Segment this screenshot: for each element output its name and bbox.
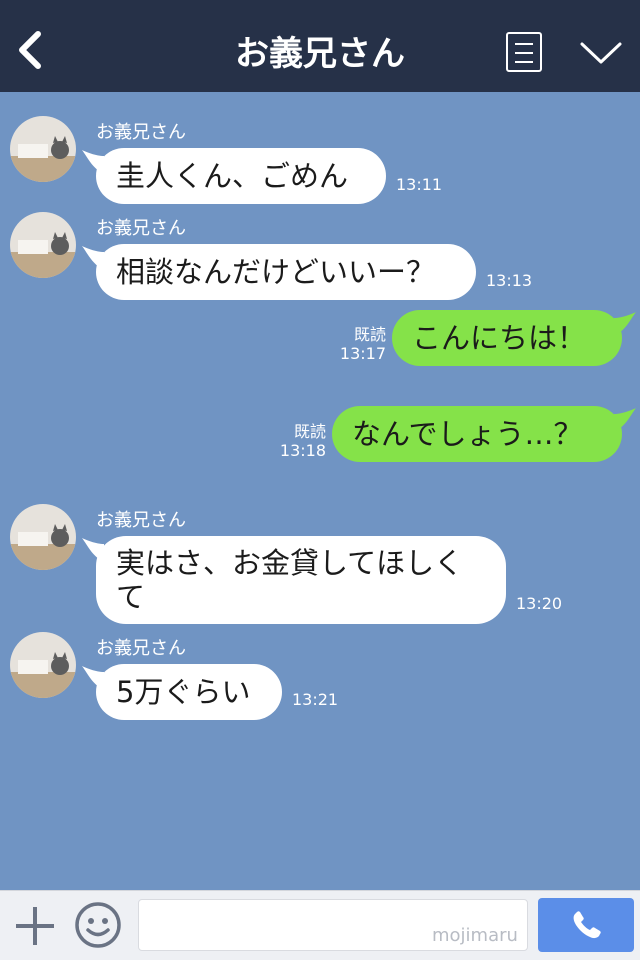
chat-area[interactable]: お義兄さん 圭人くん、ごめん 13:11 お義兄さん 相談なんだけどいいー？ 1… bbox=[0, 92, 640, 890]
message-time: 13:17 bbox=[339, 344, 386, 363]
chevron-down-icon bbox=[580, 42, 622, 64]
message-bubble[interactable]: こんにちは！ bbox=[392, 310, 636, 366]
message-text: 5万ぐらい bbox=[116, 675, 251, 709]
sender-name: お義兄さん bbox=[96, 122, 186, 143]
read-receipt: 既読 13:18 bbox=[270, 422, 326, 460]
avatar[interactable] bbox=[10, 504, 76, 570]
phone-icon bbox=[573, 911, 601, 939]
message-bubble[interactable]: なんでしょう…？ bbox=[332, 406, 636, 462]
smiley-icon bbox=[75, 902, 121, 948]
watermark-text: mojimaru bbox=[432, 925, 518, 946]
collapse-button[interactable] bbox=[578, 36, 624, 68]
read-receipt: 既読 13:17 bbox=[330, 325, 386, 363]
message-bubble[interactable]: 相談なんだけどいいー？ bbox=[82, 244, 476, 300]
chat-title: お義兄さん bbox=[235, 34, 405, 74]
sender-name: お義兄さん bbox=[96, 218, 186, 239]
bubble-tail bbox=[82, 150, 104, 174]
add-button[interactable] bbox=[14, 905, 56, 947]
cat-avatar-icon bbox=[10, 632, 76, 698]
cat-avatar-icon bbox=[10, 504, 76, 570]
menu-line bbox=[515, 52, 533, 54]
avatar[interactable] bbox=[10, 212, 76, 278]
sender-name: お義兄さん bbox=[96, 510, 186, 531]
message-text: 相談なんだけどいいー？ bbox=[116, 255, 436, 289]
call-button[interactable] bbox=[538, 898, 634, 952]
message-time: 13:11 bbox=[396, 175, 443, 194]
menu-button[interactable] bbox=[506, 32, 542, 72]
cat-avatar-icon bbox=[10, 212, 76, 278]
message-text: こんにちは！ bbox=[412, 321, 587, 355]
chat-header: お義兄さん bbox=[0, 0, 640, 92]
bubble-tail bbox=[614, 312, 636, 336]
bubble-tail bbox=[82, 666, 104, 690]
bubble-tail bbox=[614, 408, 636, 432]
bubble-tail bbox=[82, 538, 104, 562]
message-text: なんでしょう…？ bbox=[352, 417, 583, 451]
menu-list-icon bbox=[515, 43, 533, 45]
bubble-tail bbox=[82, 246, 104, 270]
sender-name: お義兄さん bbox=[96, 638, 186, 659]
avatar[interactable] bbox=[10, 632, 76, 698]
menu-line bbox=[515, 61, 533, 63]
message-bubble[interactable]: 圭人くん、ごめん bbox=[82, 148, 386, 204]
message-text: 実はさ、お金貸してほしくて bbox=[116, 546, 464, 614]
message-time: 13:13 bbox=[486, 271, 533, 290]
read-label: 既読 bbox=[293, 422, 326, 441]
cat-avatar-icon bbox=[10, 116, 76, 182]
message-time: 13:21 bbox=[292, 690, 339, 709]
message-bubble[interactable]: 実はさ、お金貸してほしくて bbox=[82, 536, 506, 624]
input-bar: mojimaru bbox=[0, 890, 640, 960]
message-bubble[interactable]: 5万ぐらい bbox=[82, 664, 282, 720]
avatar[interactable] bbox=[10, 116, 76, 182]
message-text: 圭人くん、ごめん bbox=[116, 159, 349, 193]
read-label: 既読 bbox=[353, 325, 386, 344]
message-time: 13:20 bbox=[516, 594, 563, 613]
plus-icon bbox=[16, 907, 54, 945]
emoji-button[interactable] bbox=[74, 901, 122, 949]
message-time: 13:18 bbox=[279, 441, 326, 460]
